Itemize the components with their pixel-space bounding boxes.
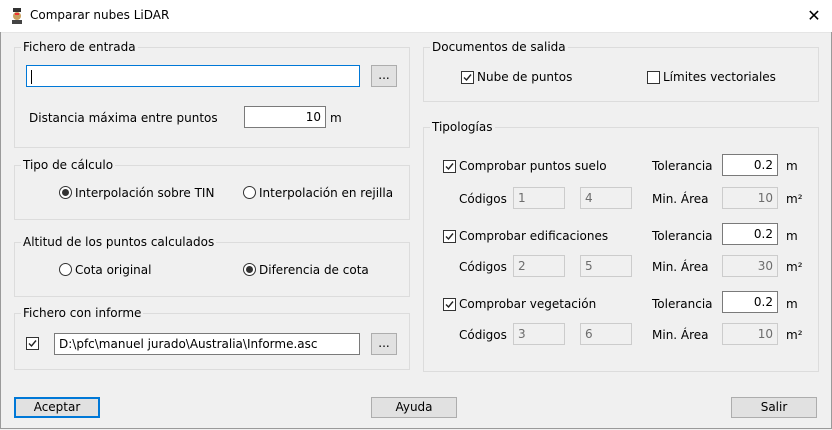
- app-icon: [9, 7, 25, 25]
- tolerancia-label: Tolerancia: [652, 159, 713, 173]
- group-legend: Documentos de salida: [432, 40, 566, 54]
- tolerancia-label: Tolerancia: [652, 229, 713, 243]
- unit-m: m: [786, 229, 798, 243]
- informe-path-field[interactable]: D:\pfc\manuel jurado\Australia\Informe.a…: [54, 333, 360, 355]
- radio-cota-original-label[interactable]: Cota original: [75, 263, 151, 277]
- suelo-codigo1-field[interactable]: 1: [513, 187, 565, 209]
- edificaciones-codigo2-field[interactable]: 5: [580, 255, 632, 277]
- edificaciones-checkbox[interactable]: [443, 230, 456, 243]
- codigos-label: Códigos: [459, 192, 507, 206]
- vegetacion-checkbox[interactable]: [443, 298, 456, 311]
- edificaciones-codigo1-field[interactable]: 2: [513, 255, 565, 277]
- radio-rejilla-label[interactable]: Interpolación en rejilla: [259, 186, 393, 200]
- checkmark-icon: [463, 74, 472, 82]
- unit-m2: m²: [786, 192, 803, 206]
- unit-m: m: [786, 297, 798, 311]
- unit-m2: m²: [786, 328, 803, 342]
- suelo-min-area-field[interactable]: 10: [722, 187, 778, 209]
- checkmark-icon: [445, 233, 454, 241]
- group-legend: Altitud de los puntos calculados: [23, 235, 215, 249]
- group-legend: Tipologías: [432, 120, 493, 134]
- radio-tin[interactable]: [59, 186, 72, 199]
- group-legend: Tipo de cálculo: [23, 158, 114, 172]
- group-legend: Fichero de entrada: [23, 40, 136, 54]
- title-bar: Comparar nubes LiDAR ✕: [0, 0, 832, 33]
- radio-dot: [62, 189, 69, 196]
- text-caret: [31, 69, 32, 84]
- vegetacion-codigo2-field[interactable]: 6: [580, 323, 632, 345]
- nube-checkbox[interactable]: [461, 71, 474, 84]
- radio-rejilla[interactable]: [243, 186, 256, 199]
- input-file-field[interactable]: [26, 65, 360, 87]
- window-title: Comparar nubes LiDAR: [30, 8, 170, 22]
- edificaciones-min-area-field[interactable]: 30: [722, 255, 778, 277]
- radio-diferencia-cota[interactable]: [243, 263, 256, 276]
- ayuda-button[interactable]: Ayuda: [371, 397, 457, 418]
- vegetacion-codigo1-field[interactable]: 3: [513, 323, 565, 345]
- edificaciones-tolerancia-field[interactable]: 0.2: [722, 223, 778, 245]
- browse-informe-button[interactable]: ...: [371, 333, 397, 355]
- codigos-label: Códigos: [459, 328, 507, 342]
- min-area-label: Min. Área: [652, 192, 709, 206]
- suelo-checkbox[interactable]: [443, 160, 456, 173]
- limites-checkbox[interactable]: [647, 71, 660, 84]
- group-fichero-entrada: Fichero de entrada: [14, 40, 410, 148]
- checkmark-icon: [445, 163, 454, 171]
- suelo-tolerancia-field[interactable]: 0.2: [722, 154, 778, 176]
- vegetacion-tolerancia-field[interactable]: 0.2: [722, 291, 778, 313]
- informe-checkbox[interactable]: [26, 337, 39, 350]
- unit-m2: m²: [786, 260, 803, 274]
- unit-m: m: [786, 159, 798, 173]
- close-icon[interactable]: ✕: [796, 0, 832, 32]
- distance-unit: m: [330, 111, 342, 125]
- radio-dot: [246, 266, 253, 273]
- vegetacion-label[interactable]: Comprobar vegetación: [459, 297, 596, 311]
- group-legend: Fichero con informe: [23, 306, 142, 320]
- checkmark-icon: [28, 340, 37, 348]
- tolerancia-label: Tolerancia: [652, 297, 713, 311]
- min-area-label: Min. Área: [652, 328, 709, 342]
- suelo-label[interactable]: Comprobar puntos suelo: [459, 159, 607, 173]
- radio-diferencia-cota-label[interactable]: Diferencia de cota: [259, 263, 369, 277]
- salir-button[interactable]: Salir: [731, 397, 817, 418]
- distance-label: Distancia máxima entre puntos: [29, 111, 218, 125]
- checkmark-icon: [445, 301, 454, 309]
- edificaciones-label[interactable]: Comprobar edificaciones: [459, 229, 608, 243]
- distance-field[interactable]: 10: [244, 106, 326, 128]
- suelo-codigo2-field[interactable]: 4: [580, 187, 632, 209]
- browse-input-button[interactable]: ...: [371, 65, 397, 87]
- nube-label[interactable]: Nube de puntos: [477, 70, 572, 84]
- codigos-label: Códigos: [459, 260, 507, 274]
- radio-cota-original[interactable]: [59, 263, 72, 276]
- min-area-label: Min. Área: [652, 260, 709, 274]
- aceptar-button[interactable]: Aceptar: [14, 397, 100, 418]
- limites-label[interactable]: Límites vectoriales: [663, 70, 776, 84]
- radio-tin-label[interactable]: Interpolación sobre TIN: [75, 186, 214, 200]
- vegetacion-min-area-field[interactable]: 10: [722, 323, 778, 345]
